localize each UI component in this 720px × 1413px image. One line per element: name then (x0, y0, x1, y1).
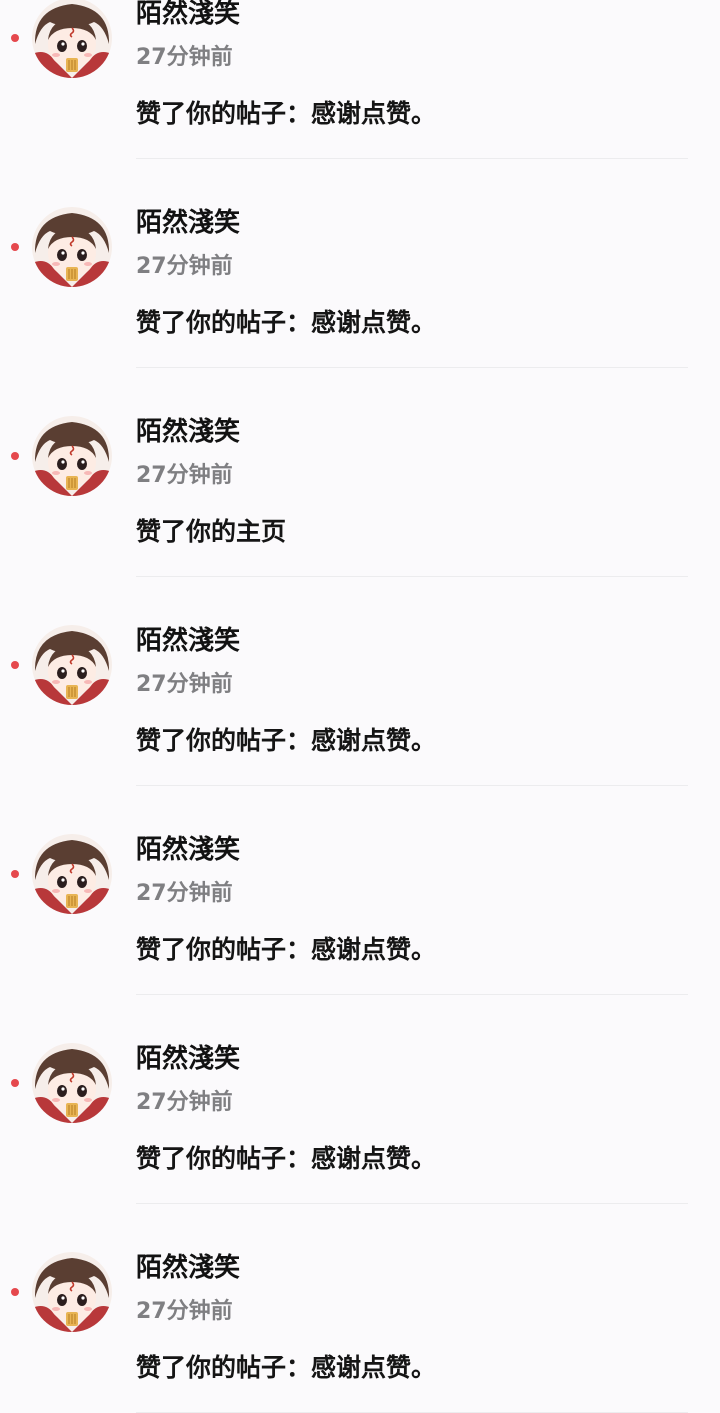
avatar[interactable] (32, 1252, 112, 1332)
list-item[interactable]: 陌然淺笑 27分钟前 赞了你的帖子：感谢点赞。 (0, 455, 720, 786)
list-item[interactable]: 陌然淺笑 27分钟前 赞了你的帖子：感谢点赞。 (0, 0, 720, 159)
list-item[interactable]: 陌然淺笑 27分钟前 赞了你的主页 (0, 246, 720, 577)
list-item[interactable]: 陌然淺笑 27分钟前 赞了你的帖子：感谢点赞。 (0, 873, 720, 1204)
user-name[interactable]: 陌然淺笑 (136, 0, 240, 32)
user-name[interactable]: 陌然淺笑 (136, 205, 240, 241)
unread-dot (11, 1288, 19, 1296)
user-name[interactable]: 陌然淺笑 (136, 832, 240, 868)
user-name[interactable]: 陌然淺笑 (136, 623, 240, 659)
notification-text[interactable]: 赞了你的帖子：感谢点赞。 (136, 1350, 436, 1386)
user-name[interactable]: 陌然淺笑 (136, 414, 240, 450)
list-item[interactable]: 陌然淺笑 27分钟前 赞了你的帖子：感谢点赞。 (0, 1082, 720, 1413)
user-name[interactable]: 陌然淺笑 (136, 1041, 240, 1077)
user-name[interactable]: 陌然淺笑 (136, 1250, 240, 1286)
list-item[interactable]: 陌然淺笑 27分钟前 赞了你的帖子：感谢点赞。 (0, 37, 720, 368)
notification-list: 陌然淺笑 27分钟前 赞了你的帖子：感谢点赞。 陌然淺笑 27分钟前 赞了你的帖… (0, 0, 720, 1413)
timestamp: 27分钟前 (136, 1299, 233, 1324)
list-item[interactable]: 陌然淺笑 27分钟前 赞了你的帖子：感谢点赞。 (0, 664, 720, 995)
